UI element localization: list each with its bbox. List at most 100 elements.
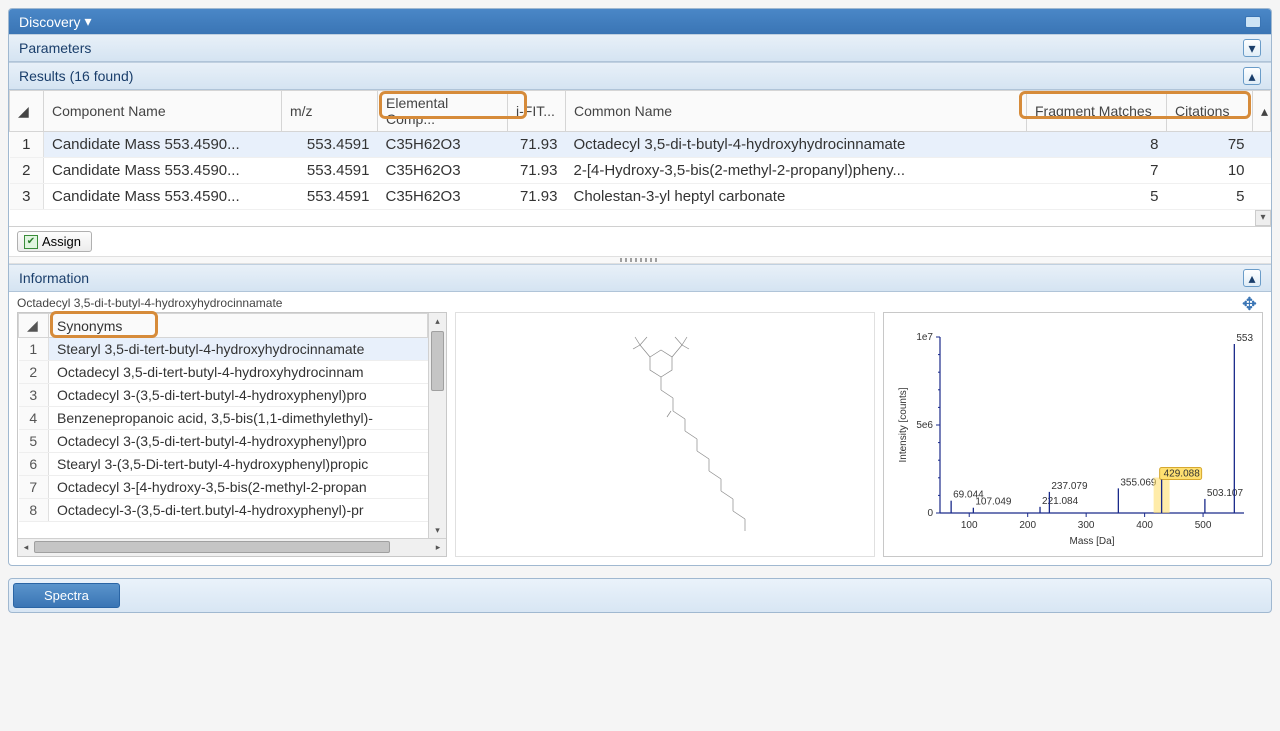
svg-text:400: 400 [1136, 520, 1153, 531]
table-row[interactable]: 1 Candidate Mass 553.4590... 553.4591 C3… [10, 132, 1271, 158]
restore-window-icon[interactable] [1245, 16, 1261, 28]
list-item[interactable]: 2Octadecyl 3,5-di-tert-butyl-4-hydroxyhy… [19, 361, 428, 384]
list-item[interactable]: 6Stearyl 3-(3,5-Di-tert-butyl-4-hydroxyp… [19, 453, 428, 476]
discovery-label: Discovery [19, 14, 80, 30]
cell-elemental: C35H62O3 [378, 158, 508, 184]
row-number: 8 [19, 499, 49, 522]
svg-text:221.084: 221.084 [1042, 496, 1079, 507]
list-item[interactable]: 8Octadecyl-3-(3,5-di-tert.butyl-4-hydrox… [19, 499, 428, 522]
col-elemental[interactable]: Elemental Comp... [378, 91, 508, 132]
bottom-bar: Spectra [8, 578, 1272, 613]
list-item[interactable]: 4Benzenepropanoic acid, 3,5-bis(1,1-dime… [19, 407, 428, 430]
cell-cit: 10 [1167, 158, 1253, 184]
svg-text:1e7: 1e7 [916, 332, 933, 343]
scroll-left-arrow-icon[interactable]: ◂ [18, 542, 34, 553]
cell-mz: 553.4591 [282, 132, 378, 158]
synonym-name: Octadecyl 3-(3,5-di-tert-butyl-4-hydroxy… [49, 384, 428, 407]
cell-frag: 5 [1027, 184, 1167, 210]
col-fragment-matches[interactable]: Fragment Matches [1027, 91, 1167, 132]
results-table: ◢ Component Name m/z Elemental Comp... i… [9, 90, 1271, 210]
results-collapse-icon[interactable]: ▴ [1243, 67, 1261, 85]
svg-text:237.079: 237.079 [1051, 481, 1088, 492]
row-number: 2 [19, 361, 49, 384]
spectra-tab[interactable]: Spectra [13, 583, 120, 608]
row-number: 6 [19, 453, 49, 476]
information-title: Information [19, 270, 89, 286]
cell-elemental: C35H62O3 [378, 184, 508, 210]
list-item[interactable]: 7Octadecyl 3-[4-hydroxy-3,5-bis(2-methyl… [19, 476, 428, 499]
list-item[interactable]: 3Octadecyl 3-(3,5-di-tert-butyl-4-hydrox… [19, 384, 428, 407]
svg-text:553.459*: 553.459* [1236, 333, 1254, 344]
col-citations[interactable]: Citations [1167, 91, 1253, 132]
discovery-dropdown[interactable]: Discovery ▾ [19, 13, 92, 30]
svg-text:503.107: 503.107 [1207, 488, 1244, 499]
col-ifit[interactable]: i-FIT... [508, 91, 566, 132]
cell-elemental: C35H62O3 [378, 132, 508, 158]
svg-text:5e6: 5e6 [916, 420, 933, 431]
information-collapse-icon[interactable]: ▴ [1243, 269, 1261, 287]
row-number: 1 [10, 132, 44, 158]
discovery-title-bar: Discovery ▾ [9, 9, 1271, 34]
svg-text:Intensity [counts]: Intensity [counts] [898, 387, 909, 462]
synonym-name: Stearyl 3-(3,5-Di-tert-butyl-4-hydroxyph… [49, 453, 428, 476]
vscroll-thumb[interactable] [431, 331, 444, 391]
col-mz[interactable]: m/z [282, 91, 378, 132]
row-number: 5 [19, 430, 49, 453]
table-row[interactable]: 2 Candidate Mass 553.4590... 553.4591 C3… [10, 158, 1271, 184]
svg-text:Mass [Da]: Mass [Da] [1069, 536, 1114, 547]
results-header[interactable]: Results (16 found) ▴ [9, 62, 1271, 90]
parameters-header[interactable]: Parameters ▾ [9, 34, 1271, 62]
svg-text:107.049: 107.049 [975, 497, 1012, 508]
scroll-down-arrow-icon[interactable]: ▾ [429, 522, 446, 538]
col-component-name[interactable]: Component Name [44, 91, 282, 132]
assign-bar: ✔ Assign [9, 226, 1271, 256]
scroll-right-arrow-icon[interactable]: ▸ [430, 542, 446, 553]
row-number: 1 [19, 338, 49, 361]
synonyms-vscroll[interactable]: ▴ ▾ [428, 313, 446, 538]
list-item[interactable]: 5Octadecyl 3-(3,5-di-tert-butyl-4-hydrox… [19, 430, 428, 453]
cell-component: Candidate Mass 553.4590... [44, 158, 282, 184]
row-number: 3 [10, 184, 44, 210]
assign-button[interactable]: ✔ Assign [17, 231, 92, 252]
svg-text:200: 200 [1019, 520, 1036, 531]
synonym-name: Octadecyl 3,5-di-tert-butyl-4-hydroxyhyd… [49, 361, 428, 384]
synonyms-hscroll[interactable]: ◂ ▸ [18, 538, 446, 556]
cell-mz: 553.4591 [282, 184, 378, 210]
parameters-title: Parameters [19, 40, 91, 56]
table-row[interactable]: 3 Candidate Mass 553.4590... 553.4591 C3… [10, 184, 1271, 210]
information-header[interactable]: Information ▴ [9, 264, 1271, 292]
splitter[interactable] [9, 256, 1271, 264]
row-corner: ◢ [10, 91, 44, 132]
cell-mz: 553.4591 [282, 158, 378, 184]
information-body: Octadecyl 3,5-di-t-butyl-4-hydroxyhydroc… [9, 292, 1271, 565]
scroll-up-arrow-icon[interactable]: ▴ [429, 313, 446, 329]
molecular-structure [535, 325, 795, 545]
hscroll-thumb[interactable] [34, 541, 390, 553]
synonym-name: Octadecyl 3-[4-hydroxy-3,5-bis(2-methyl-… [49, 476, 428, 499]
svg-text:300: 300 [1078, 520, 1095, 531]
spectrum-panel: 05e61e7100200300400500Mass [Da]Intensity… [883, 312, 1263, 557]
cell-ifit: 71.93 [508, 158, 566, 184]
svg-text:355.069: 355.069 [1120, 477, 1157, 488]
chevron-down-icon: ▾ [84, 13, 91, 30]
cell-component: Candidate Mass 553.4590... [44, 132, 282, 158]
results-title: Results (16 found) [19, 68, 133, 84]
synonym-name: Benzenepropanoic acid, 3,5-bis(1,1-dimet… [49, 407, 428, 430]
cell-common: 2-[4-Hydroxy-3,5-bis(2-methyl-2-propanyl… [566, 158, 1027, 184]
structure-panel [455, 312, 875, 557]
compound-name: Octadecyl 3,5-di-t-butyl-4-hydroxyhydroc… [17, 296, 1263, 310]
synonyms-header-cell[interactable]: Synonyms [49, 314, 428, 338]
cell-cit: 5 [1167, 184, 1253, 210]
col-common-name[interactable]: Common Name [566, 91, 1027, 132]
scroll-up-icon[interactable]: ▴ [1253, 91, 1271, 132]
results-header-row: ◢ Component Name m/z Elemental Comp... i… [10, 91, 1271, 132]
syn-corner: ◢ [19, 314, 49, 338]
list-item[interactable]: 1Stearyl 3,5-di-tert-butyl-4-hydroxyhydr… [19, 338, 428, 361]
scroll-down-icon[interactable]: ▾ [1255, 210, 1271, 226]
cell-frag: 8 [1027, 132, 1167, 158]
cell-common: Cholestan-3-yl heptyl carbonate [566, 184, 1027, 210]
synonym-name: Stearyl 3,5-di-tert-butyl-4-hydroxyhydro… [49, 338, 428, 361]
parameters-collapse-icon[interactable]: ▾ [1243, 39, 1261, 57]
cell-cit: 75 [1167, 132, 1253, 158]
svg-text:429.088: 429.088 [1164, 469, 1201, 480]
